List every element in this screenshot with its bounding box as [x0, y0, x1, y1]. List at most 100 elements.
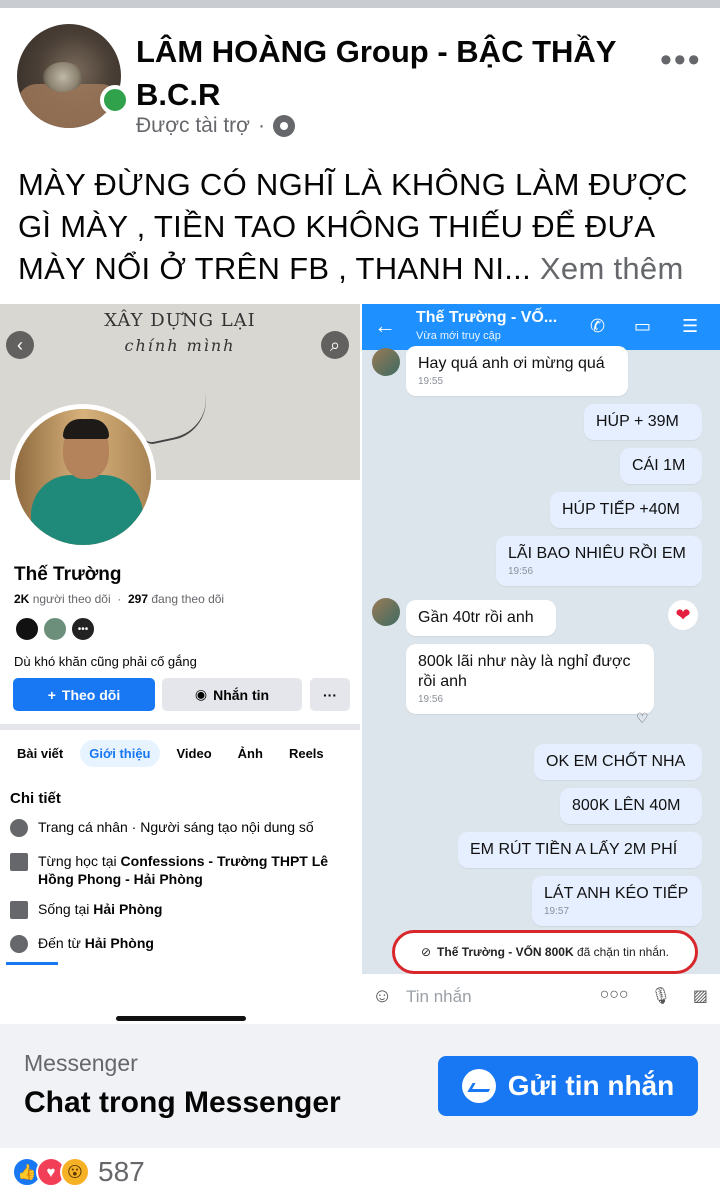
profile-picture[interactable]	[10, 404, 156, 550]
menu-list-icon[interactable]: ☰	[682, 316, 698, 337]
message-text: 800k lãi như này là nghỉ được rồi anh	[418, 653, 631, 690]
cover-text-2: chính mình	[124, 336, 236, 355]
sponsored-row: Được tài trợ ·	[136, 114, 295, 138]
detail-value: Người sáng tạo nội dung số	[140, 819, 314, 835]
chat-message-right: CÁI 1M	[620, 448, 702, 484]
back-chevron-icon[interactable]: ‹	[6, 331, 34, 359]
profile-photo-hair	[63, 419, 109, 439]
tab-photos[interactable]: Ảnh	[229, 740, 272, 767]
detail-prefix: Đến từ	[38, 935, 85, 951]
chat-message-right: OK EM CHỐT NHA	[534, 744, 702, 780]
blocked-notice: ⊘ Thế Trường - VỐN 800K đã chặn tin nhắn…	[392, 930, 698, 974]
see-more-link[interactable]: Xem thêm	[531, 251, 684, 286]
chat-pane: ← Thế Trường - VỐ... Vừa mới truy cập ✆ …	[362, 304, 720, 1022]
profile-bio: Dù khó khăn cũng phải cố gắng	[14, 654, 197, 669]
tab-reels[interactable]: Reels	[280, 740, 333, 767]
tab-about[interactable]: Giới thiệu	[80, 740, 160, 767]
chat-message-right: 800K LÊN 40M	[560, 788, 702, 824]
message-text: HÚP + 39M	[596, 413, 679, 430]
chat-message-left: 800k lãi như này là nghỉ được rồi anh 19…	[406, 644, 654, 714]
search-icon[interactable]: ⌕	[321, 331, 349, 359]
tab-posts[interactable]: Bài viết	[8, 740, 72, 767]
message-input[interactable]: Tin nhắn	[406, 987, 472, 1007]
scroll-indicator	[6, 962, 58, 965]
location-pin-icon	[10, 935, 28, 953]
following-count: 297	[127, 592, 149, 606]
sponsored-label[interactable]: Được tài trợ	[136, 114, 250, 138]
page-avatar[interactable]	[17, 24, 121, 128]
back-arrow-icon[interactable]: ←	[374, 313, 396, 339]
chat-contact-name[interactable]: Thế Trường - VỐ...	[416, 309, 557, 327]
mutual-avatar	[14, 616, 40, 642]
top-divider	[0, 0, 720, 8]
message-text: OK EM CHỐT NHA	[546, 753, 686, 770]
page-name[interactable]: LÂM HOÀNG Group - BẬC THẦY B.C.R	[136, 30, 646, 116]
blocked-notice-name: Thế Trường - VỐN 800K	[437, 945, 574, 959]
message-text: HÚP TIẾP +40M	[562, 501, 680, 518]
chat-message-right: EM RÚT TIỀN A LẤY 2M PHÍ	[458, 832, 702, 868]
chat-message-right: LÁT ANH KÉO TIẾP 19:57	[532, 876, 702, 926]
message-text: CÁI 1M	[632, 457, 686, 474]
cover-text-1: XÂY DỰNG LẠI	[104, 310, 256, 331]
message-time: 19:56	[508, 566, 534, 577]
follow-button-label: Theo dõi	[61, 686, 121, 703]
details-title: Chi tiết	[10, 790, 61, 807]
phone-icon[interactable]: ✆	[590, 316, 605, 337]
message-time: 19:57	[544, 906, 570, 917]
reactions-summary[interactable]: 👍 ♥ 😮 587	[12, 1156, 145, 1188]
tab-video[interactable]: Video	[168, 740, 221, 767]
wow-icon: 😮	[60, 1157, 90, 1187]
message-time: 19:55	[418, 376, 444, 387]
audience-gear-icon[interactable]	[272, 115, 295, 137]
detail-prefix: Trang cá nhân ·	[38, 819, 141, 835]
home-indicator	[116, 1016, 246, 1021]
video-call-icon[interactable]: ▭	[634, 316, 651, 337]
cta-title: Chat trong Messenger	[24, 1086, 341, 1119]
more-options-button[interactable]: •••	[660, 43, 702, 77]
chat-message-right: HÚP + 39M	[584, 404, 702, 440]
contact-avatar	[372, 598, 400, 626]
heart-reaction-icon[interactable]: ❤	[668, 600, 698, 630]
profile-more-button[interactable]: ···	[310, 678, 350, 711]
send-message-button[interactable]: Gửi tin nhắn	[438, 1056, 698, 1116]
profile-tabs: Bài viết Giới thiệu Video Ảnh Reels	[0, 740, 360, 767]
message-text: EM RÚT TIỀN A LẤY 2M PHÍ	[470, 841, 678, 858]
emoji-icon[interactable]: ☺	[372, 985, 392, 1008]
profile-photo-shirt	[31, 475, 143, 545]
microphone-icon[interactable]: 🎙	[651, 986, 671, 1006]
image-icon[interactable]: ▨	[693, 986, 708, 1006]
message-time: 19:56	[418, 694, 444, 705]
chat-message-left: Gần 40tr rồi anh	[406, 600, 556, 636]
detail-value: Hải Phòng	[84, 935, 154, 951]
message-button[interactable]: ◉ Nhắn tin	[162, 678, 302, 711]
detail-row: Đến từ Hải Phòng	[10, 934, 350, 953]
section-divider	[0, 724, 360, 730]
avatar-image-watch	[43, 62, 83, 92]
follow-button[interactable]: + Theo dõi	[13, 678, 155, 711]
mutual-avatar	[42, 616, 68, 642]
message-button-label: Nhắn tin	[213, 686, 270, 703]
info-icon	[10, 819, 28, 837]
chat-contact-status: Vừa mới truy cập	[416, 330, 501, 342]
message-text: LÃI BAO NHIÊU RỒI EM	[508, 545, 686, 562]
chat-header: ← Thế Trường - VỐ... Vừa mới truy cập ✆ …	[362, 304, 720, 350]
message-text: Hay quá anh ơi mừng quá	[418, 355, 605, 372]
mutual-avatars: •••	[14, 616, 96, 642]
cta-label: Messenger	[24, 1050, 138, 1076]
mutual-more-icon: •••	[70, 616, 96, 642]
chat-message-right: HÚP TIẾP +40M	[550, 492, 702, 528]
react-heart-outline-icon[interactable]: ♡	[636, 710, 649, 727]
cta-bar: Messenger Chat trong Messenger Gửi tin n…	[0, 1024, 720, 1148]
post-caption: MÀY ĐỪNG CÓ NGHĨ LÀ KHÔNG LÀM ĐƯỢC GÌ MÀ…	[18, 164, 708, 290]
profile-stats: 2K người theo dõi · 297 đang theo dõi	[14, 592, 225, 606]
messenger-icon: ◉	[194, 686, 208, 702]
message-text: 800K LÊN 40M	[572, 797, 681, 814]
home-icon	[10, 901, 28, 919]
detail-prefix: Sống tại	[38, 901, 94, 917]
post-image[interactable]: XÂY DỰNG LẠI chính mình ‹ ⌕ Thế Trường 2…	[0, 304, 720, 1022]
message-text: LÁT ANH KÉO TIẾP	[544, 885, 689, 902]
more-dots-icon[interactable]: ○○○	[600, 986, 629, 1006]
profile-name: Thế Trường	[14, 564, 122, 585]
detail-value: Hải Phòng	[93, 901, 163, 917]
messenger-icon	[461, 1069, 496, 1103]
